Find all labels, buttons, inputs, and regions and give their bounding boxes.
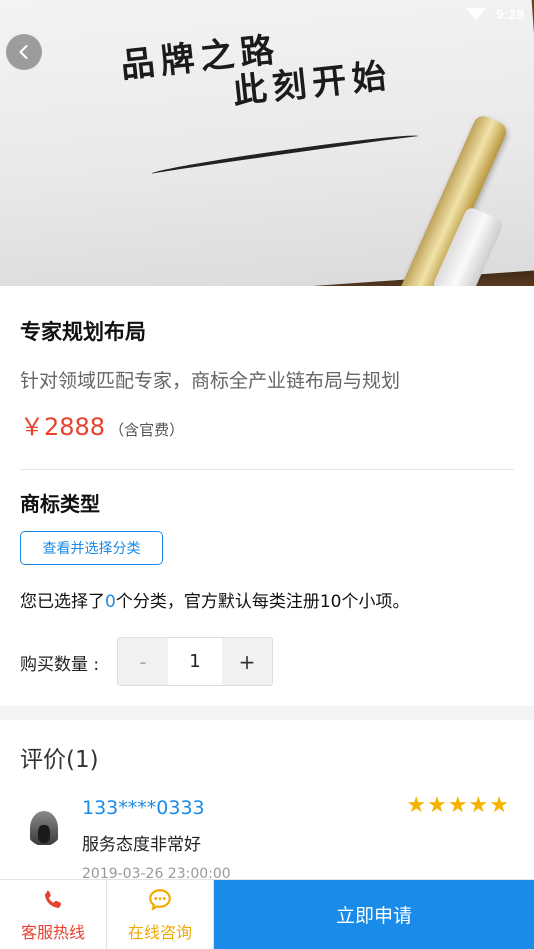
reviewer-name: 133****0333 — [82, 797, 205, 819]
hero-image: 品牌之路 此刻开始 9:28 — [0, 0, 534, 286]
review-text: 服务态度非常好 — [82, 835, 201, 855]
section-gap — [0, 706, 534, 720]
selected-prefix: 您已选择了 — [20, 592, 105, 612]
chat-label: 在线咨询 — [127, 922, 192, 942]
product-title: 专家规划布局 — [20, 320, 146, 344]
wifi-icon — [466, 8, 486, 20]
hotline-label: 客服热线 — [20, 922, 85, 942]
online-chat-button[interactable]: 在线咨询 — [107, 880, 214, 949]
selected-count: 0 — [105, 592, 116, 612]
apply-now-button[interactable]: 立即申请 — [214, 880, 534, 949]
price-row: ￥2888 （含官费） — [20, 407, 514, 442]
avatar — [26, 810, 62, 846]
bottom-action-bar: 客服热线 在线咨询 立即申请 — [0, 879, 534, 949]
price-note: （含官费） — [109, 421, 185, 439]
product-subtitle: 针对领域匹配专家，商标全产业链布局与规划 — [20, 370, 401, 392]
quantity-label: 购买数量 : — [20, 655, 100, 675]
avatar-image — [30, 811, 58, 845]
divider — [20, 469, 514, 470]
quantity-stepper: - 1 + — [117, 637, 273, 686]
status-time: 9:28 — [495, 6, 524, 22]
selected-categories-text: 您已选择了0个分类，官方默认每类注册10个小项。 — [20, 587, 409, 612]
quantity-minus-button[interactable]: - — [118, 638, 168, 685]
selected-suffix: 个分类，官方默认每类注册10个小项。 — [115, 592, 410, 612]
chat-bubble-icon — [147, 887, 173, 913]
back-button[interactable] — [6, 34, 42, 70]
hotline-button[interactable]: 客服热线 — [0, 880, 107, 949]
avatar-face — [38, 825, 50, 843]
select-category-button[interactable]: 查看并选择分类 — [20, 531, 163, 565]
phone-icon — [40, 887, 66, 913]
product-info: 专家规划布局 针对领域匹配专家，商标全产业链布局与规划 ￥2888 （含官费） — [0, 286, 534, 442]
quantity-plus-button[interactable]: + — [222, 638, 272, 685]
trademark-type-title: 商标类型 — [20, 492, 100, 516]
reviews-title: 评价(1) — [20, 747, 99, 773]
price: ￥2888 — [20, 413, 106, 441]
quantity-value[interactable]: 1 — [168, 638, 222, 685]
chevron-left-icon — [19, 45, 28, 59]
star-rating: ★★★★★ — [406, 793, 510, 818]
